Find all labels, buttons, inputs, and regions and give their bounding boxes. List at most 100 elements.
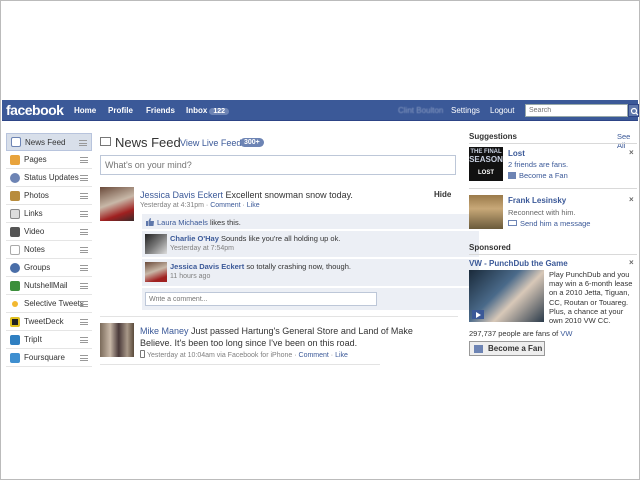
become-fan-button[interactable]: Become a Fan xyxy=(469,341,545,356)
status-icon xyxy=(10,172,20,183)
notes-icon xyxy=(10,244,20,255)
liker-name[interactable]: Laura Michaels xyxy=(157,218,208,227)
send-message-link[interactable]: Send him a message xyxy=(508,219,590,228)
become-fan-link[interactable]: Become a Fan xyxy=(508,171,568,180)
sidebar-item-label: NutshellMail xyxy=(24,281,68,290)
ad-body-line: CC, Routan or Touareg. xyxy=(549,297,629,307)
avatar[interactable] xyxy=(469,195,503,229)
suggestion-subtext[interactable]: 2 friends are fans. xyxy=(508,160,568,169)
post-divider xyxy=(100,364,380,365)
facebook-logo[interactable]: facebook xyxy=(6,102,64,118)
like-link[interactable]: Like xyxy=(335,352,348,359)
news-feed-icon xyxy=(11,137,21,147)
play-icon xyxy=(472,310,484,319)
nav-settings[interactable]: Settings xyxy=(451,106,480,115)
sidebar-item-notes[interactable]: Notes xyxy=(6,241,92,259)
drag-handle-icon[interactable] xyxy=(80,337,88,343)
hide-button[interactable]: Hide xyxy=(434,190,451,199)
see-all-link[interactable]: See All xyxy=(617,132,637,150)
ad-fans-text: 297,737 people are fans of VW xyxy=(469,329,572,338)
view-live-feed-link[interactable]: View Live Feed xyxy=(180,138,241,148)
drag-handle-icon[interactable] xyxy=(80,229,88,235)
post-meta: Yesterday at 4:31pm · Comment · Like xyxy=(140,202,260,209)
post-time[interactable]: Yesterday at 4:31pm xyxy=(140,202,204,209)
comment-link[interactable]: Comment xyxy=(299,352,329,359)
sidebar-item-nutshellmail[interactable]: NutshellMail xyxy=(6,277,92,295)
drag-handle-icon[interactable] xyxy=(80,193,88,199)
thumbs-up-icon xyxy=(146,218,154,226)
post-time[interactable]: Yesterday at 10:04am via Facebook for iP… xyxy=(147,352,292,359)
sponsored-heading: Sponsored xyxy=(469,243,511,252)
drag-handle-icon[interactable] xyxy=(80,355,88,361)
post-author[interactable]: Mike Maney xyxy=(140,326,189,336)
send-message-label: Send him a message xyxy=(520,219,591,228)
nav-inbox[interactable]: Inbox 122 xyxy=(186,106,230,115)
close-icon[interactable]: × xyxy=(629,195,634,204)
sidebar-item-label: TweetDeck xyxy=(24,317,64,326)
sidebar-item-status-updates[interactable]: Status Updates xyxy=(6,169,92,187)
user-name[interactable]: Clint Boulton xyxy=(398,106,443,115)
sidebar-item-tripit[interactable]: TripIt xyxy=(6,331,92,349)
avatar[interactable] xyxy=(145,262,167,282)
top-navigation-bar: facebook Home Profile Friends Inbox 122 C… xyxy=(2,100,639,121)
drag-handle-icon[interactable] xyxy=(80,211,88,217)
suggestions-heading: Suggestions xyxy=(469,132,518,141)
post-meta: Yesterday at 10:04am via Facebook for iP… xyxy=(140,350,348,359)
drag-handle-icon[interactable] xyxy=(80,319,88,325)
drag-handle-icon[interactable] xyxy=(80,247,88,253)
fan-icon xyxy=(508,172,516,179)
drag-handle-icon[interactable] xyxy=(79,140,87,146)
drag-handle-icon[interactable] xyxy=(80,175,88,181)
post-text: Mike Maney Just passed Hartung's General… xyxy=(140,325,413,349)
sidebar-item-tweetdeck[interactable]: TweetDeck xyxy=(6,313,92,331)
avatar[interactable] xyxy=(145,234,167,254)
drag-handle-icon[interactable] xyxy=(80,283,88,289)
comment-time: 11 hours ago xyxy=(170,273,211,280)
search-input[interactable] xyxy=(525,104,628,117)
avatar[interactable] xyxy=(100,323,134,357)
inbox-label: Inbox xyxy=(186,106,208,115)
sidebar-item-groups[interactable]: Groups xyxy=(6,259,92,277)
news-feed-icon xyxy=(100,137,111,146)
ad-body-line: may win a 6-month lease xyxy=(549,279,633,289)
links-icon xyxy=(10,208,20,219)
sidebar-item-label: Notes xyxy=(24,245,45,254)
page-title: News Feed xyxy=(115,135,181,150)
search-button[interactable] xyxy=(628,104,639,117)
write-comment-input[interactable] xyxy=(145,292,377,306)
avatar[interactable] xyxy=(100,187,134,221)
like-link[interactable]: Like xyxy=(247,202,260,209)
nav-profile[interactable]: Profile xyxy=(108,106,133,115)
nav-friends[interactable]: Friends xyxy=(146,106,175,115)
comment-author[interactable]: Charlie O'Hay xyxy=(170,234,219,243)
post-author[interactable]: Jessica Davis Eckert xyxy=(140,190,223,200)
sidebar-item-pages[interactable]: Pages xyxy=(6,151,92,169)
sidebar-item-news-feed[interactable]: News Feed xyxy=(6,133,92,151)
drag-handle-icon[interactable] xyxy=(80,265,88,271)
close-icon[interactable]: × xyxy=(629,148,634,157)
envelope-icon xyxy=(508,220,517,226)
ad-image[interactable] xyxy=(469,270,544,322)
suggestion-name[interactable]: Lost xyxy=(508,149,525,158)
nutshellmail-icon xyxy=(10,280,20,291)
close-icon[interactable]: × xyxy=(629,258,634,267)
vw-link[interactable]: VW xyxy=(560,329,572,338)
nav-logout[interactable]: Logout xyxy=(490,106,514,115)
suggestion-name[interactable]: Frank Lesinsky xyxy=(508,196,566,205)
comment-text: Charlie O'Hay Sounds like you're all hol… xyxy=(170,234,340,243)
ad-title[interactable]: VW - PunchDub the Game xyxy=(469,259,568,268)
sidebar-item-photos[interactable]: Photos xyxy=(6,187,92,205)
sidebar-item-selective-tweets[interactable]: Selective Tweets xyxy=(6,295,92,313)
status-input[interactable] xyxy=(100,155,456,175)
sidebar-item-foursquare[interactable]: Foursquare xyxy=(6,349,92,367)
comment-author[interactable]: Jessica Davis Eckert xyxy=(170,262,244,271)
drag-handle-icon[interactable] xyxy=(80,301,88,307)
sidebar-item-video[interactable]: Video xyxy=(6,223,92,241)
sidebar-item-label: Groups xyxy=(24,263,51,272)
lost-thumbnail[interactable]: THE FINAL SEASON LOST xyxy=(469,147,503,181)
comment-link[interactable]: Comment xyxy=(210,202,240,209)
nav-home[interactable]: Home xyxy=(74,106,96,115)
drag-handle-icon[interactable] xyxy=(80,157,88,163)
post-message-line1: Just passed Hartung's General Store and … xyxy=(188,326,413,336)
sidebar-item-links[interactable]: Links xyxy=(6,205,92,223)
